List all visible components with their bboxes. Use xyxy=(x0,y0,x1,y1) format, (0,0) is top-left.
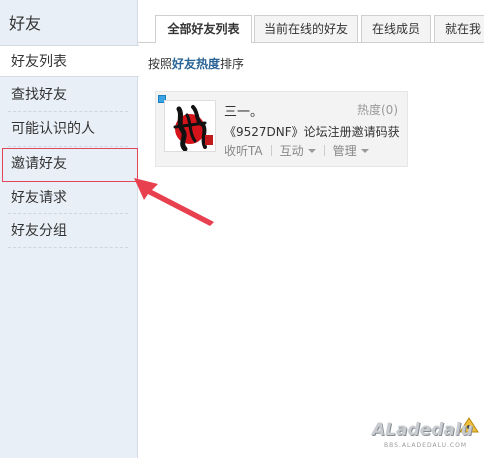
tab-all-friends[interactable]: 全部好友列表 xyxy=(155,15,252,43)
sidebar-item-friend-requests[interactable]: 好友请求 xyxy=(0,182,138,214)
chevron-down-icon xyxy=(360,149,369,153)
friend-actions: 收听TA 互动 管理 xyxy=(224,142,369,159)
sidebar-divider xyxy=(8,247,128,248)
manage-label: 管理 xyxy=(332,144,357,158)
avatar[interactable] xyxy=(164,100,216,152)
sidebar-divider xyxy=(8,111,128,112)
sidebar-divider xyxy=(8,146,128,147)
sort-description: 按照好友热度排序 xyxy=(148,55,244,72)
red-arrow-icon xyxy=(134,178,214,226)
action-divider xyxy=(323,145,325,156)
tab-online-friends[interactable]: 当前在线的好友 xyxy=(254,15,358,42)
sort-key-link[interactable]: 好友热度 xyxy=(172,57,220,71)
sort-prefix: 按照 xyxy=(148,57,173,71)
interact-label: 互动 xyxy=(279,144,304,158)
watermark-subtext: BBS.ALADEDALU.COM xyxy=(384,442,467,449)
sidebar-item-friend-groups[interactable]: 好友分组 xyxy=(0,215,138,247)
sidebar-item-find-friends[interactable]: 查找好友 xyxy=(0,79,138,111)
red-ink-calligraphy-avatar xyxy=(165,101,215,151)
sidebar-item-people-you-may-know[interactable]: 可能认识的人 xyxy=(0,113,138,145)
invite-friends-highlight-box xyxy=(2,148,138,182)
follow-button[interactable]: 收听TA xyxy=(224,142,263,159)
chevron-down-icon xyxy=(307,149,316,153)
friend-name-link[interactable]: 三一。 xyxy=(224,101,263,120)
interact-dropdown[interactable]: 互动 xyxy=(280,142,316,159)
sidebar: 好友 好友列表 查找好友 可能认识的人 邀请好友 好友请求 好友分组 xyxy=(0,0,139,458)
friend-heat: 热度(0) xyxy=(357,103,398,117)
watermark-logo: ALadedalu BBS.ALADEDALU.COM xyxy=(368,417,480,454)
sort-suffix: 排序 xyxy=(220,57,245,71)
sidebar-title: 好友 xyxy=(9,14,42,33)
action-divider xyxy=(270,145,272,156)
watermark-text: ALadedalu xyxy=(372,420,473,440)
tab-nearby[interactable]: 就在我 xyxy=(434,15,484,42)
sidebar-divider xyxy=(8,213,128,214)
manage-dropdown[interactable]: 管理 xyxy=(333,142,369,159)
sidebar-item-friend-list[interactable]: 好友列表 xyxy=(0,45,139,77)
tab-online-members[interactable]: 在线成员 xyxy=(361,15,431,42)
friend-signature: 《9527DNF》论坛注册邀请码获 xyxy=(224,125,400,139)
